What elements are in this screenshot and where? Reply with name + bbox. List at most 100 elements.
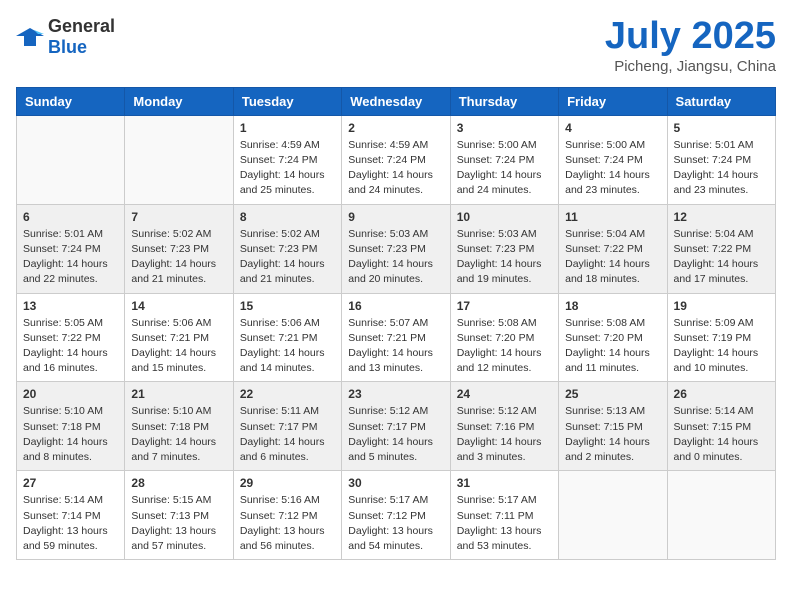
daylight-text: Daylight: 14 hours and 24 minutes. <box>457 169 542 196</box>
sunset-text: Sunset: 7:24 PM <box>348 154 426 166</box>
daylight-text: Daylight: 14 hours and 3 minutes. <box>457 436 542 463</box>
calendar-day-cell: 7Sunrise: 5:02 AMSunset: 7:23 PMDaylight… <box>125 204 233 293</box>
daylight-text: Daylight: 14 hours and 15 minutes. <box>131 347 216 374</box>
day-number: 4 <box>565 121 660 135</box>
calendar-day-cell: 26Sunrise: 5:14 AMSunset: 7:15 PMDayligh… <box>667 382 775 471</box>
daylight-text: Daylight: 14 hours and 5 minutes. <box>348 436 433 463</box>
day-number: 3 <box>457 121 552 135</box>
sunrise-text: Sunrise: 5:03 AM <box>457 228 537 240</box>
calendar-day-cell: 12Sunrise: 5:04 AMSunset: 7:22 PMDayligh… <box>667 204 775 293</box>
calendar-week-row: 20Sunrise: 5:10 AMSunset: 7:18 PMDayligh… <box>17 382 776 471</box>
day-number: 22 <box>240 387 335 401</box>
day-number: 18 <box>565 299 660 313</box>
day-number: 12 <box>674 210 769 224</box>
calendar-day-cell: 29Sunrise: 5:16 AMSunset: 7:12 PMDayligh… <box>233 471 341 560</box>
daylight-text: Daylight: 14 hours and 24 minutes. <box>348 169 433 196</box>
weekday-header-monday: Monday <box>125 87 233 115</box>
daylight-text: Daylight: 14 hours and 11 minutes. <box>565 347 650 374</box>
daylight-text: Daylight: 14 hours and 25 minutes. <box>240 169 325 196</box>
daylight-text: Daylight: 13 hours and 59 minutes. <box>23 525 108 552</box>
sunrise-text: Sunrise: 5:07 AM <box>348 317 428 329</box>
calendar-day-cell: 3 Sunrise: 5:00 AMSunset: 7:24 PMDaylight… <box>450 115 558 204</box>
day-number: 9 <box>348 210 443 224</box>
calendar-day-cell: 24 Sunrise: 5:12 AMSunset: 7:16 PMDayligh… <box>450 382 558 471</box>
day-number: 2 <box>348 121 443 135</box>
day-info: Sunrise: 5:05 AMSunset: 7:22 PMDaylight:… <box>23 316 118 377</box>
sunset-text: Sunset: 7:23 PM <box>348 243 426 255</box>
sunset-text: Sunset: 7:18 PM <box>23 421 101 433</box>
daylight-text: Daylight: 14 hours and 23 minutes. <box>674 169 759 196</box>
title-block: July 2025 Picheng, Jiangsu, China <box>605 16 776 75</box>
calendar-day-cell <box>667 471 775 560</box>
sunset-text: Sunset: 7:15 PM <box>674 421 752 433</box>
day-info: Sunrise: 5:12 AMSunset: 7:16 PMDaylight:… <box>457 404 552 465</box>
day-info: Sunrise: 5:08 AMSunset: 7:20 PMDaylight:… <box>565 316 660 377</box>
day-number: 17 <box>457 299 552 313</box>
day-info: Sunrise: 5:00 AMSunset: 7:24 PMDaylight:… <box>457 138 552 199</box>
calendar-day-cell: 28Sunrise: 5:15 AMSunset: 7:13 PMDayligh… <box>125 471 233 560</box>
sunset-text: Sunset: 7:24 PM <box>565 154 643 166</box>
daylight-text: Daylight: 14 hours and 21 minutes. <box>131 258 216 285</box>
day-number: 24 <box>457 387 552 401</box>
calendar-day-cell: 8Sunrise: 5:02 AMSunset: 7:23 PMDaylight… <box>233 204 341 293</box>
sunrise-text: Sunrise: 5:12 AM <box>457 405 537 417</box>
calendar-day-cell: 14Sunrise: 5:06 AMSunset: 7:21 PMDayligh… <box>125 293 233 382</box>
daylight-text: Daylight: 14 hours and 8 minutes. <box>23 436 108 463</box>
day-info: Sunrise: 5:01 AMSunset: 7:24 PMDaylight:… <box>674 138 769 199</box>
daylight-text: Daylight: 14 hours and 10 minutes. <box>674 347 759 374</box>
sunset-text: Sunset: 7:12 PM <box>240 510 318 522</box>
sunrise-text: Sunrise: 5:10 AM <box>131 405 211 417</box>
calendar-day-cell: 1Sunrise: 4:59 AMSunset: 7:24 PMDaylight… <box>233 115 341 204</box>
sunset-text: Sunset: 7:21 PM <box>131 332 209 344</box>
daylight-text: Daylight: 14 hours and 17 minutes. <box>674 258 759 285</box>
day-number: 5 <box>674 121 769 135</box>
sunrise-text: Sunrise: 4:59 AM <box>348 139 428 151</box>
sunrise-text: Sunrise: 5:06 AM <box>240 317 320 329</box>
day-number: 20 <box>23 387 118 401</box>
calendar-table: SundayMondayTuesdayWednesdayThursdayFrid… <box>16 87 776 560</box>
daylight-text: Daylight: 13 hours and 56 minutes. <box>240 525 325 552</box>
day-info: Sunrise: 5:04 AMSunset: 7:22 PMDaylight:… <box>565 227 660 288</box>
calendar-day-cell: 18 Sunrise: 5:08 AMSunset: 7:20 PMDayligh… <box>559 293 667 382</box>
daylight-text: Daylight: 14 hours and 21 minutes. <box>240 258 325 285</box>
calendar-day-cell: 9Sunrise: 5:03 AMSunset: 7:23 PMDaylight… <box>342 204 450 293</box>
logo-icon <box>16 26 44 48</box>
sunrise-text: Sunrise: 5:06 AM <box>131 317 211 329</box>
calendar-day-cell: 19Sunrise: 5:09 AMSunset: 7:19 PMDayligh… <box>667 293 775 382</box>
weekday-header-friday: Friday <box>559 87 667 115</box>
sunrise-text: Sunrise: 5:12 AM <box>348 405 428 417</box>
calendar-week-row: 1Sunrise: 4:59 AMSunset: 7:24 PMDaylight… <box>17 115 776 204</box>
calendar-day-cell: 30Sunrise: 5:17 AMSunset: 7:12 PMDayligh… <box>342 471 450 560</box>
day-number: 15 <box>240 299 335 313</box>
day-info: Sunrise: 5:08 AMSunset: 7:20 PMDaylight:… <box>457 316 552 377</box>
calendar-day-cell: 25Sunrise: 5:13 AMSunset: 7:15 PMDayligh… <box>559 382 667 471</box>
day-info: Sunrise: 5:10 AMSunset: 7:18 PMDaylight:… <box>23 404 118 465</box>
sunrise-text: Sunrise: 5:17 AM <box>348 494 428 506</box>
day-info: Sunrise: 5:17 AMSunset: 7:11 PMDaylight:… <box>457 493 552 554</box>
sunrise-text: Sunrise: 5:00 AM <box>565 139 645 151</box>
sunrise-text: Sunrise: 5:14 AM <box>674 405 754 417</box>
daylight-text: Daylight: 14 hours and 6 minutes. <box>240 436 325 463</box>
sunset-text: Sunset: 7:18 PM <box>131 421 209 433</box>
day-info: Sunrise: 5:06 AM Sunset: 7:21 PM Daylight:… <box>131 316 226 377</box>
sunrise-text: Sunrise: 5:15 AM <box>131 494 211 506</box>
page-header: General Blue July 2025 Picheng, Jiangsu,… <box>16 16 776 75</box>
day-number: 23 <box>348 387 443 401</box>
sunset-text: Sunset: 7:22 PM <box>674 243 752 255</box>
day-info: Sunrise: 4:59 AM Sunset: 7:24 PM Daylight:… <box>348 138 443 199</box>
daylight-text: Daylight: 14 hours and 14 minutes. <box>240 347 325 374</box>
calendar-day-cell: 22Sunrise: 5:11 AMSunset: 7:17 PMDayligh… <box>233 382 341 471</box>
sunset-text: Sunset: 7:23 PM <box>131 243 209 255</box>
day-info: Sunrise: 5:01 AMSunset: 7:24 PMDaylight:… <box>23 227 118 288</box>
sunrise-text: Sunrise: 5:01 AM <box>674 139 754 151</box>
day-number: 11 <box>565 210 660 224</box>
sunrise-text: Sunrise: 5:17 AM <box>457 494 537 506</box>
weekday-header-thursday: Thursday <box>450 87 558 115</box>
day-number: 25 <box>565 387 660 401</box>
calendar-day-cell <box>559 471 667 560</box>
daylight-text: Daylight: 14 hours and 13 minutes. <box>348 347 433 374</box>
sunrise-text: Sunrise: 5:02 AM <box>131 228 211 240</box>
calendar-day-cell: 10Sunrise: 5:03 AMSunset: 7:23 PMDayligh… <box>450 204 558 293</box>
calendar-day-cell: 15Sunrise: 5:06 AMSunset: 7:21 PMDayligh… <box>233 293 341 382</box>
daylight-text: Daylight: 14 hours and 19 minutes. <box>457 258 542 285</box>
